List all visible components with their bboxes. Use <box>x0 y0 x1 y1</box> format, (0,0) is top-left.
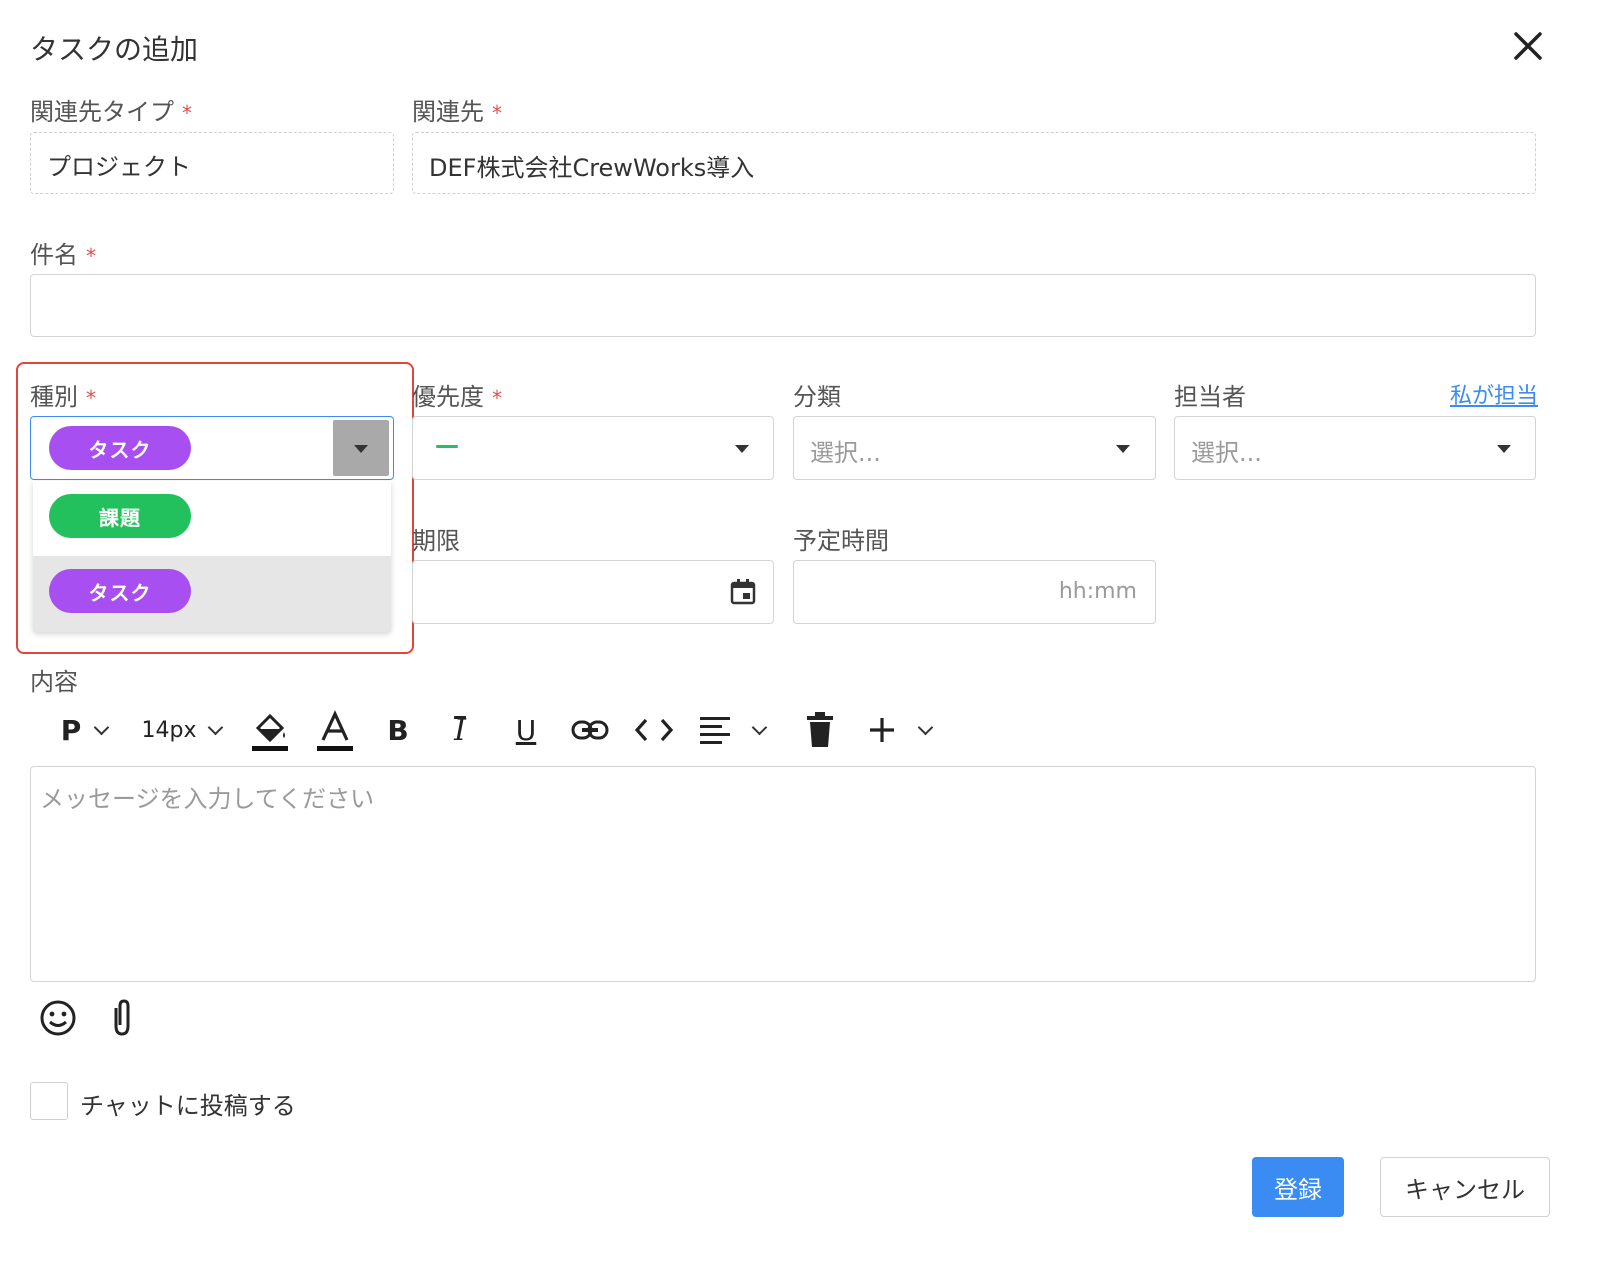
priority-value: — <box>435 431 459 459</box>
calendar-icon[interactable] <box>729 578 757 606</box>
bold-icon: B <box>387 713 409 747</box>
text-color-button[interactable] <box>313 706 357 754</box>
caret-down-icon <box>1497 445 1511 453</box>
related-to-value: DEF株式会社CrewWorks導入 <box>429 154 755 182</box>
post-to-chat-checkbox[interactable] <box>30 1082 68 1120</box>
subject-input[interactable] <box>30 274 1536 337</box>
chevron-down-icon <box>207 719 224 736</box>
underline-button[interactable]: U <box>504 708 548 752</box>
related-to-field: DEF株式会社CrewWorks導入 <box>412 132 1536 194</box>
content-placeholder: メッセージを入力してください <box>40 785 375 813</box>
link-icon <box>571 720 609 740</box>
insert-button[interactable] <box>862 708 942 752</box>
font-size-button[interactable]: 14px <box>132 708 232 752</box>
priority-label: 優先度 * <box>412 383 502 411</box>
paint-bucket-icon <box>252 713 288 751</box>
trash-icon <box>807 712 833 747</box>
type-option-issue[interactable]: 課題 <box>33 481 391 555</box>
assignee-select[interactable]: 選択... <box>1174 416 1536 480</box>
bold-button[interactable]: B <box>376 708 420 752</box>
category-label: 分類 <box>793 383 841 411</box>
paperclip-icon <box>114 999 130 1036</box>
priority-select[interactable]: — <box>412 416 774 480</box>
submit-button[interactable]: 登録 <box>1252 1157 1344 1217</box>
plus-icon <box>870 718 894 742</box>
caret-down-icon <box>735 445 749 453</box>
assignee-label: 担当者 <box>1174 383 1246 411</box>
close-button[interactable] <box>1510 28 1546 64</box>
type-selected-pill: タスク <box>49 426 191 470</box>
chevron-down-icon <box>93 719 110 736</box>
close-icon <box>1514 32 1542 60</box>
category-select[interactable]: 選択... <box>793 416 1156 480</box>
link-button[interactable] <box>568 708 612 752</box>
italic-icon: I <box>454 712 466 748</box>
code-button[interactable] <box>632 708 676 752</box>
chevron-down-icon <box>751 719 768 736</box>
caret-down-icon <box>354 445 368 453</box>
code-icon <box>634 718 674 742</box>
due-date-input[interactable] <box>412 560 774 624</box>
related-to-label: 関連先 * <box>412 98 502 126</box>
type-dropdown-menu: 課題 タスク <box>33 481 391 632</box>
estimated-time-input[interactable]: hh:mm <box>793 560 1156 624</box>
align-icon <box>700 717 730 744</box>
assign-me-link[interactable]: 私が担当 <box>1450 378 1538 410</box>
related-type-field: プロジェクト <box>30 132 394 194</box>
emoji-button[interactable] <box>38 998 78 1038</box>
italic-button[interactable]: I <box>438 708 482 752</box>
post-to-chat-label: チャットに投稿する <box>80 1092 296 1120</box>
underline-icon: U <box>515 713 537 747</box>
content-label: 内容 <box>30 668 78 696</box>
assignee-placeholder: 選択... <box>1191 439 1262 467</box>
cancel-button[interactable]: キャンセル <box>1380 1157 1550 1217</box>
subject-label: 件名 * <box>30 241 96 269</box>
task-pill: タスク <box>49 569 191 613</box>
attach-button[interactable] <box>104 998 140 1038</box>
dialog-title: タスクの追加 <box>30 33 199 66</box>
text-color-icon <box>317 710 353 751</box>
estimated-time-label: 予定時間 <box>793 527 889 555</box>
align-button[interactable] <box>696 708 776 752</box>
emoji-icon <box>40 1000 76 1036</box>
type-select[interactable]: タスク <box>30 416 394 480</box>
type-option-task[interactable]: タスク <box>33 556 391 632</box>
caret-down-icon <box>1116 445 1130 453</box>
type-label: 種別 * <box>30 383 96 411</box>
paragraph-style-button[interactable]: P <box>44 708 124 752</box>
estimated-time-placeholder: hh:mm <box>1058 579 1137 604</box>
related-type-label: 関連先タイプ * <box>30 98 192 126</box>
due-label: 期限 <box>412 527 460 555</box>
content-editor[interactable]: メッセージを入力してください <box>30 766 1536 982</box>
fill-color-button[interactable] <box>248 706 292 754</box>
related-type-value: プロジェクト <box>47 153 191 181</box>
delete-button[interactable] <box>798 708 842 752</box>
category-placeholder: 選択... <box>810 439 881 467</box>
issue-pill: 課題 <box>49 494 191 538</box>
type-dropdown-toggle[interactable] <box>333 420 389 476</box>
chevron-down-icon <box>917 719 934 736</box>
